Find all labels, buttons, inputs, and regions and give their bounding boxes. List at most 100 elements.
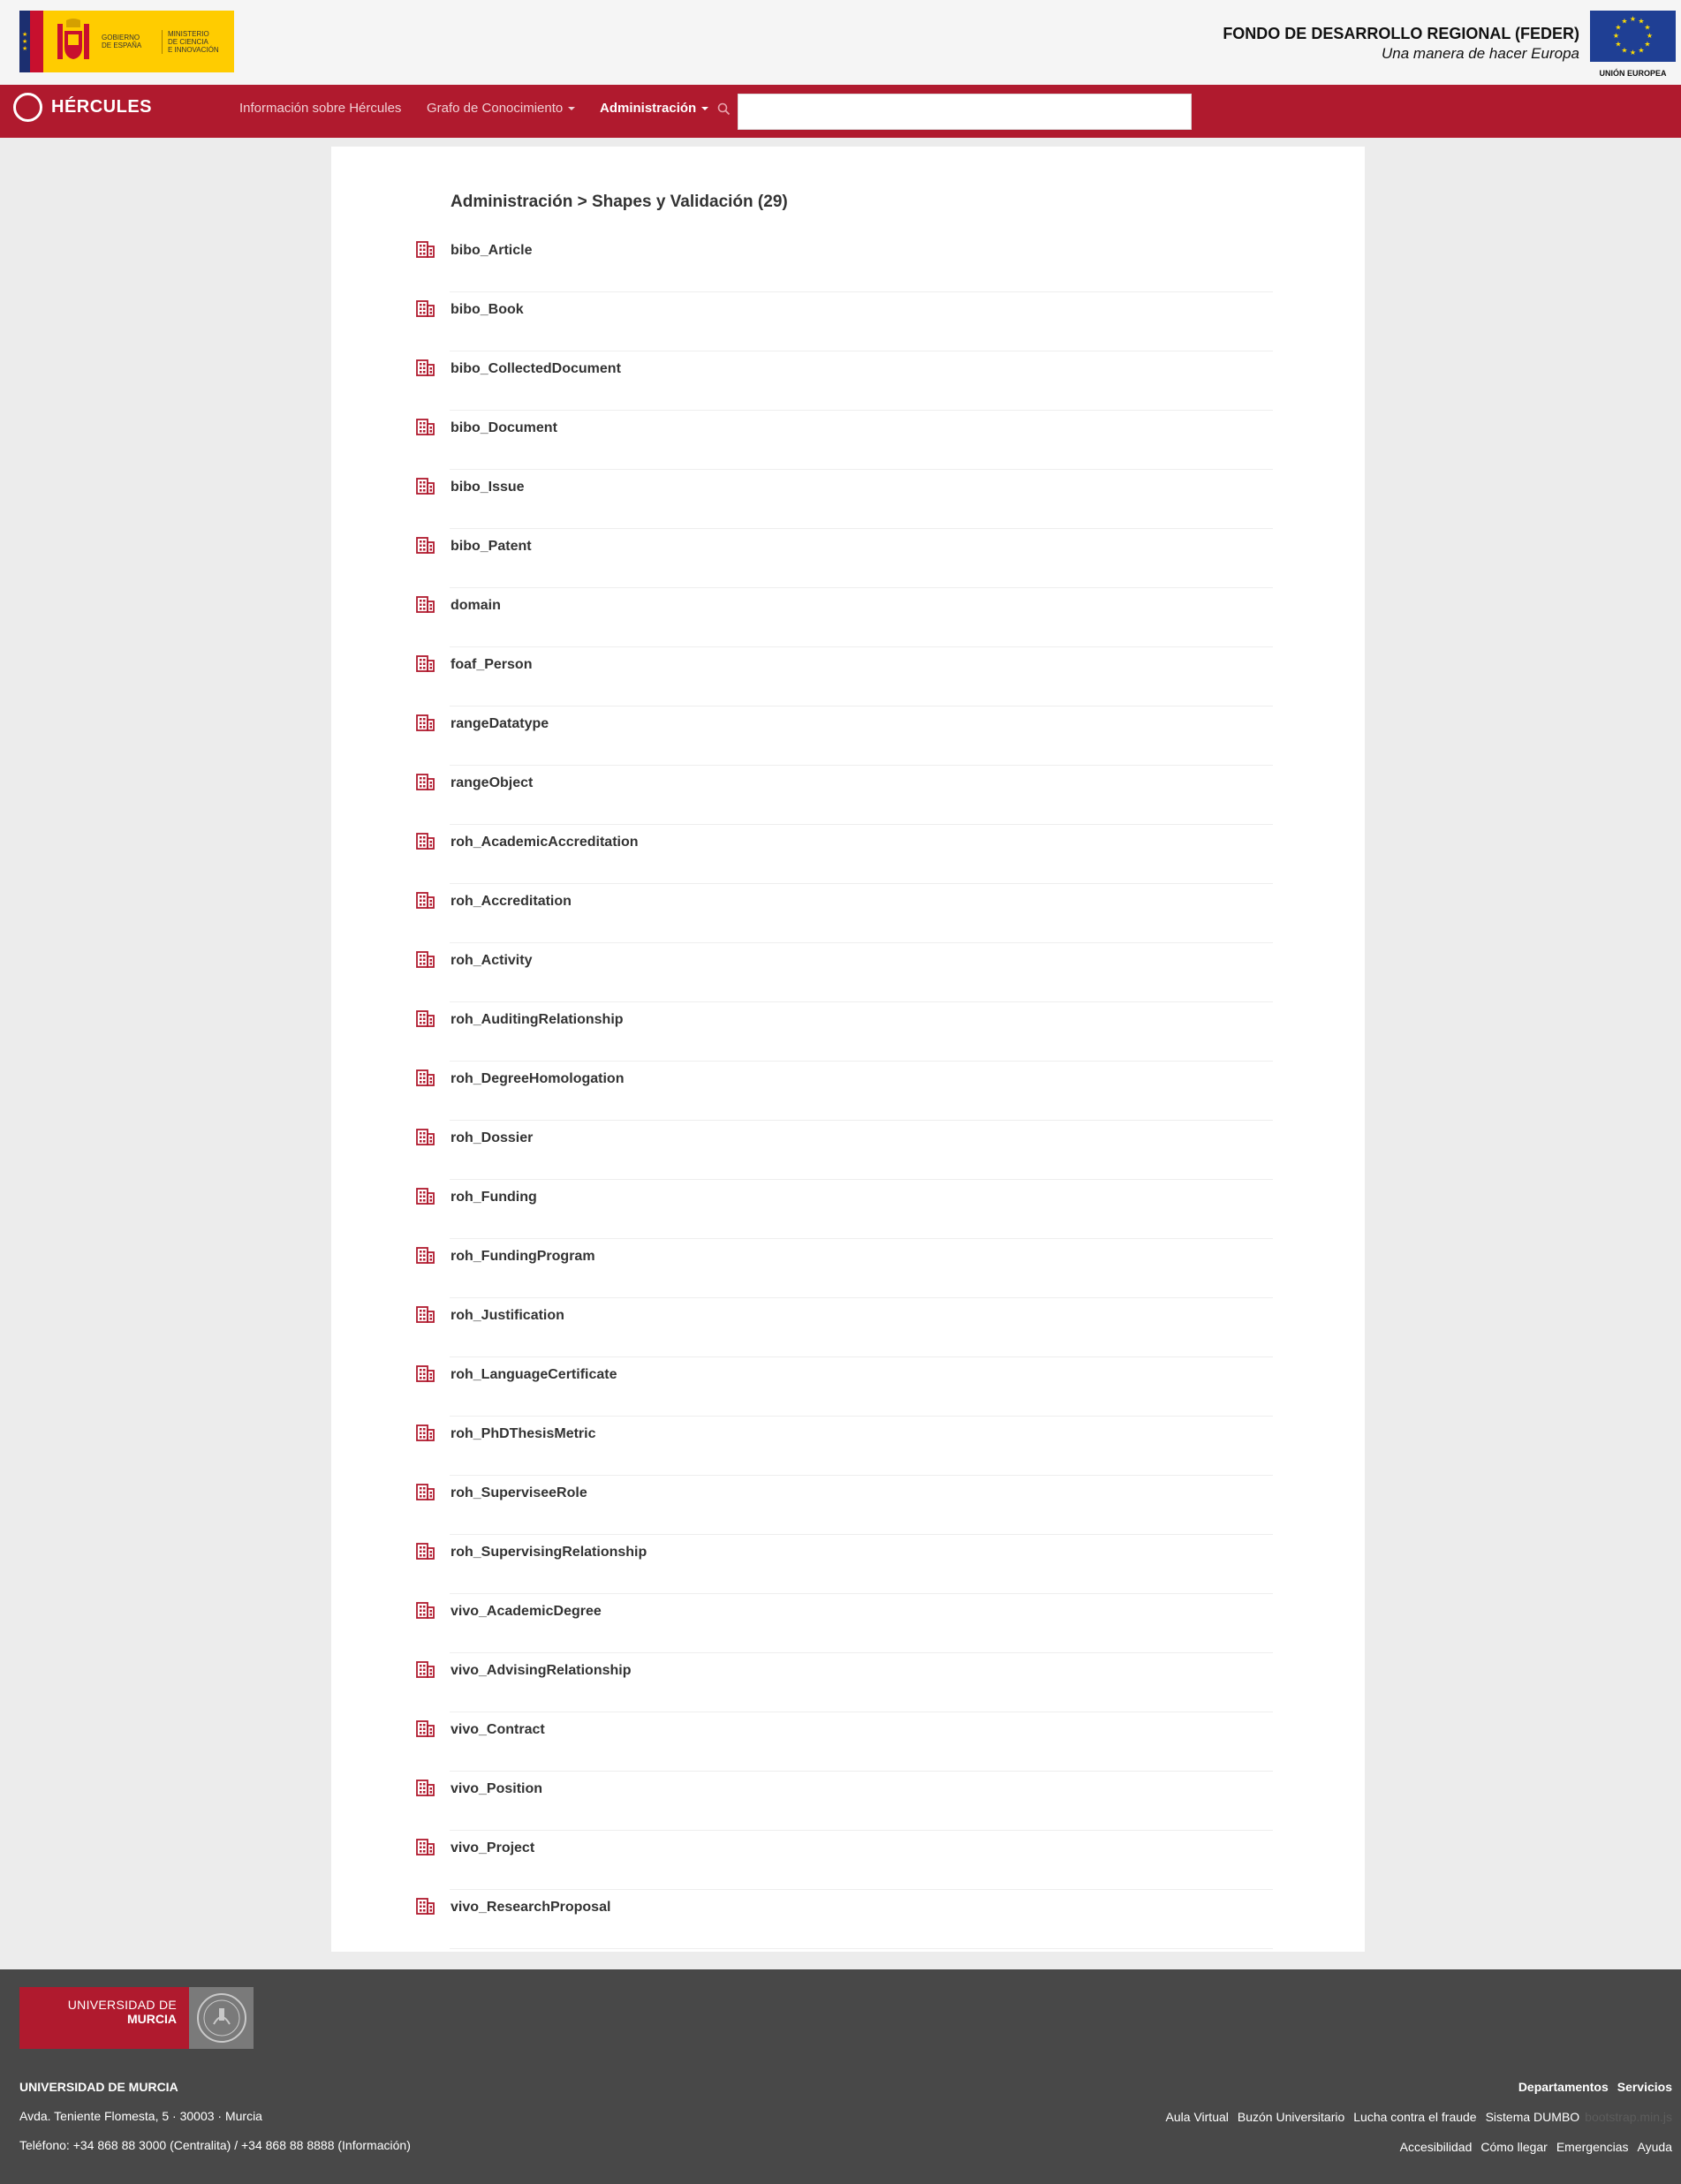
shape-list-item[interactable]: vivo_Project — [416, 1831, 1273, 1890]
shape-link[interactable]: vivo_AcademicDegree — [451, 1604, 602, 1620]
shape-link[interactable]: bibo_Document — [451, 420, 557, 436]
svg-text:★: ★ — [1644, 41, 1650, 49]
chevron-down-icon — [701, 107, 709, 111]
universidad-murcia-logo[interactable]: UNIVERSIDAD DE MURCIA — [19, 1987, 254, 2049]
search-input[interactable] — [738, 94, 1192, 130]
shape-link[interactable]: bibo_Book — [451, 302, 524, 318]
shape-link[interactable]: roh_AuditingRelationship — [451, 1012, 624, 1028]
shape-link[interactable]: roh_Accreditation — [451, 894, 572, 910]
shape-list-item[interactable]: bibo_Document — [416, 411, 1273, 470]
shape-link[interactable]: vivo_Contract — [451, 1722, 545, 1738]
eu-label: UNIÓN EUROPEA — [1599, 69, 1667, 78]
building-icon — [416, 774, 435, 790]
footer-link-fraude[interactable]: Lucha contra el fraude — [1353, 2110, 1476, 2124]
search-icon[interactable] — [717, 102, 731, 116]
shape-link[interactable]: bibo_CollectedDocument — [451, 361, 621, 377]
shape-link[interactable]: roh_SuperviseeRole — [451, 1485, 587, 1501]
footer-link-emergencias[interactable]: Emergencias — [1556, 2140, 1629, 2154]
building-icon — [416, 1010, 435, 1027]
shape-list-item[interactable]: roh_DegreeHomologation — [416, 1062, 1273, 1121]
shape-link[interactable]: roh_Activity — [451, 953, 532, 969]
shape-list-item[interactable]: foaf_Person — [416, 647, 1273, 707]
shape-list-item[interactable]: bibo_Article — [416, 233, 1273, 292]
shape-link[interactable]: vivo_AdvisingRelationship — [451, 1663, 631, 1679]
shape-list-item[interactable]: bibo_Book — [416, 292, 1273, 351]
shape-list-item[interactable]: roh_Accreditation — [416, 884, 1273, 943]
shape-list-item[interactable]: bibo_Patent — [416, 529, 1273, 588]
footer-link-servicios[interactable]: Servicios — [1617, 2080, 1672, 2094]
footer-link-buzon[interactable]: Buzón Universitario — [1238, 2110, 1344, 2124]
shape-link[interactable]: roh_SupervisingRelationship — [451, 1545, 647, 1561]
shape-list-item[interactable]: roh_Activity — [416, 943, 1273, 1002]
shape-link[interactable]: vivo_Project — [451, 1840, 534, 1856]
shape-link[interactable]: vivo_Position — [451, 1781, 542, 1797]
nav-informacion[interactable]: Información sobre Hércules — [239, 101, 401, 116]
building-icon — [416, 951, 435, 968]
shape-link[interactable]: roh_AcademicAccreditation — [451, 835, 639, 850]
shape-link[interactable]: bibo_Patent — [451, 539, 532, 555]
shape-link[interactable]: domain — [451, 598, 501, 614]
shape-list-item[interactable]: vivo_ResearchProposal — [416, 1890, 1273, 1949]
shape-link[interactable]: bibo_Article — [451, 243, 532, 259]
feder-subtitle: Una manera de hacer Europa — [1382, 45, 1579, 62]
shape-link[interactable]: roh_DegreeHomologation — [451, 1071, 624, 1087]
building-icon — [416, 892, 435, 909]
footer-links-row2: Aula Virtual Buzón Universitario Lucha con… — [1157, 2110, 1672, 2124]
footer-link-departamentos[interactable]: Departamentos — [1518, 2080, 1609, 2094]
gobierno-ministerio-logo[interactable]: Gobierno de España Ministerio de Ciencia… — [19, 11, 234, 72]
shape-list-item[interactable]: roh_Dossier — [416, 1121, 1273, 1180]
shape-list-item[interactable]: roh_Funding — [416, 1180, 1273, 1239]
building-icon — [416, 1365, 435, 1382]
footer-link-como-llegar[interactable]: Cómo llegar — [1480, 2140, 1547, 2154]
shape-list-item[interactable]: rangeObject — [416, 766, 1273, 825]
nav-administracion[interactable]: Administración — [600, 101, 709, 116]
shape-link[interactable]: roh_Justification — [451, 1308, 564, 1324]
footer-link-dumbo[interactable]: Sistema DUMBO — [1486, 2110, 1580, 2124]
shape-list-item[interactable]: bibo_Issue — [416, 470, 1273, 529]
shape-list-item[interactable]: vivo_AdvisingRelationship — [416, 1653, 1273, 1712]
footer-address: Avda. Teniente Flomesta, 5 · 30003 · Mur… — [19, 2109, 262, 2123]
footer-link-accesibilidad[interactable]: Accesibilidad — [1400, 2140, 1473, 2154]
shape-list-item[interactable]: roh_PhDThesisMetric — [416, 1417, 1273, 1476]
building-icon — [416, 1069, 435, 1086]
nav-grafo-conocimiento[interactable]: Grafo de Conocimiento — [427, 101, 576, 116]
eu-flag-icon: ★ ★ ★ ★ ★ ★ ★ ★ ★ ★ ★ ★ — [1590, 11, 1676, 62]
hercules-brand[interactable]: HÉRCULES — [13, 93, 152, 122]
shape-list-item[interactable]: bibo_CollectedDocument — [416, 351, 1273, 411]
main-panel: Administración > Shapes y Validación (29… — [331, 147, 1365, 1952]
shape-list-item[interactable]: roh_LanguageCertificate — [416, 1357, 1273, 1417]
shape-list-item[interactable]: domain — [416, 588, 1273, 647]
chevron-down-icon — [568, 107, 576, 111]
shape-link[interactable]: rangeDatatype — [451, 716, 549, 732]
shape-list-item[interactable]: vivo_Contract — [416, 1712, 1273, 1772]
building-icon — [416, 1188, 435, 1205]
shape-list-item[interactable]: roh_SuperviseeRole — [416, 1476, 1273, 1535]
building-icon — [416, 478, 435, 495]
eu-logo[interactable]: ★ ★ ★ ★ ★ ★ ★ ★ ★ ★ ★ ★ UNIÓN EUROPEA — [1590, 11, 1676, 78]
logo-line1: UNIVERSIDAD DE — [67, 1998, 177, 2012]
shape-link[interactable]: roh_PhDThesisMetric — [451, 1426, 595, 1442]
building-icon — [416, 359, 435, 376]
svg-text:★: ★ — [1638, 47, 1644, 55]
svg-text:★: ★ — [1647, 32, 1653, 40]
shape-link[interactable]: foaf_Person — [451, 657, 532, 673]
shape-list-item[interactable]: vivo_AcademicDegree — [416, 1594, 1273, 1653]
shape-list-item[interactable]: roh_FundingProgram — [416, 1239, 1273, 1298]
shape-link[interactable]: bibo_Issue — [451, 480, 525, 495]
shape-link[interactable]: roh_Dossier — [451, 1130, 533, 1146]
svg-text:★: ★ — [1621, 47, 1627, 55]
shape-list-item[interactable]: roh_SupervisingRelationship — [416, 1535, 1273, 1594]
shape-list: bibo_Article bibo_Book bibo_CollectedDocum… — [416, 233, 1273, 1949]
shape-link[interactable]: roh_LanguageCertificate — [451, 1367, 617, 1383]
shape-list-item[interactable]: roh_AcademicAccreditation — [416, 825, 1273, 884]
footer-link-ayuda[interactable]: Ayuda — [1638, 2140, 1672, 2154]
shape-link[interactable]: roh_FundingProgram — [451, 1249, 595, 1265]
shape-link[interactable]: roh_Funding — [451, 1190, 537, 1205]
shape-list-item[interactable]: rangeDatatype — [416, 707, 1273, 766]
shape-link[interactable]: rangeObject — [451, 775, 533, 791]
shape-list-item[interactable]: roh_Justification — [416, 1298, 1273, 1357]
shape-link[interactable]: vivo_ResearchProposal — [451, 1900, 610, 1916]
shape-list-item[interactable]: roh_AuditingRelationship — [416, 1002, 1273, 1062]
shape-list-item[interactable]: vivo_Position — [416, 1772, 1273, 1831]
footer-link-aula-virtual[interactable]: Aula Virtual — [1166, 2110, 1229, 2124]
